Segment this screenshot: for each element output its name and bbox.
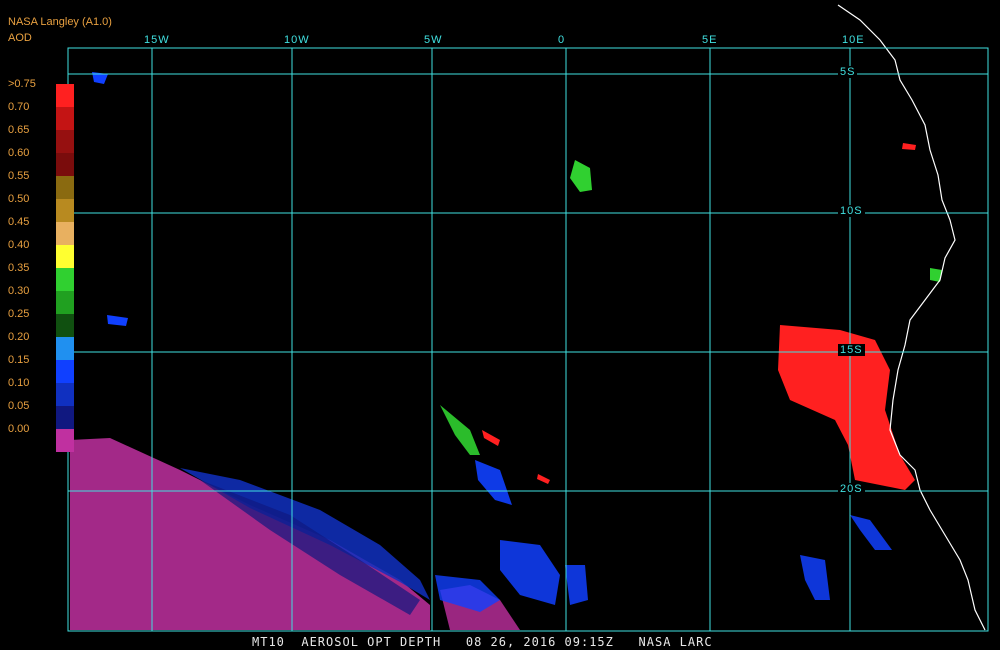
latitude-label: 10S [838, 205, 865, 217]
legend-swatch [56, 245, 74, 268]
legend-label: 0.65 [8, 124, 30, 136]
legend-swatch [56, 383, 74, 406]
legend-label: 0.35 [8, 262, 30, 274]
legend-swatch [56, 107, 74, 130]
longitude-label: 5W [424, 34, 443, 46]
legend-swatch [56, 429, 74, 452]
legend-label: 0.55 [8, 170, 30, 182]
legend-label: >0.75 [8, 78, 36, 90]
longitude-label: 0 [558, 34, 566, 46]
longitude-label: 5E [702, 34, 718, 46]
legend-swatch [56, 199, 74, 222]
product-label: AOD [8, 32, 32, 44]
legend-label: 0.15 [8, 354, 30, 366]
legend-label: 0.45 [8, 216, 30, 228]
legend-label: 0.25 [8, 308, 30, 320]
legend-label: 0.00 [8, 423, 30, 435]
legend-swatch [56, 153, 74, 176]
source-label: NASA Langley (A1.0) [8, 16, 112, 28]
latitude-label: 20S [838, 483, 865, 495]
legend-swatch [56, 130, 74, 153]
longitude-label: 10W [284, 34, 310, 46]
image-caption: MT10 AEROSOL OPT DEPTH 08 26, 2016 09:15… [0, 635, 1000, 649]
latitude-label: 5S [838, 66, 858, 78]
legend-swatch [56, 337, 74, 360]
legend-label: 0.20 [8, 331, 30, 343]
legend-swatch [56, 84, 74, 107]
latitude-label: 15S [838, 344, 865, 356]
legend-swatch [56, 406, 74, 429]
legend-label: 0.70 [8, 101, 30, 113]
longitude-label: 10E [842, 34, 865, 46]
legend-label: 0.05 [8, 400, 30, 412]
legend-swatch [56, 360, 74, 383]
legend-swatch [56, 291, 74, 314]
aod-map [0, 0, 1000, 650]
legend-label: 0.10 [8, 377, 30, 389]
legend-label: 0.30 [8, 285, 30, 297]
legend-swatch [56, 176, 74, 199]
legend-swatch [56, 314, 74, 337]
longitude-label: 15W [144, 34, 170, 46]
caption-text: MT10 AEROSOL OPT DEPTH 08 26, 2016 09:15… [252, 635, 713, 649]
legend-label: 0.50 [8, 193, 30, 205]
legend-swatch [56, 222, 74, 245]
legend-label: 0.40 [8, 239, 30, 251]
legend-swatch [56, 268, 74, 291]
legend-label: 0.60 [8, 147, 30, 159]
